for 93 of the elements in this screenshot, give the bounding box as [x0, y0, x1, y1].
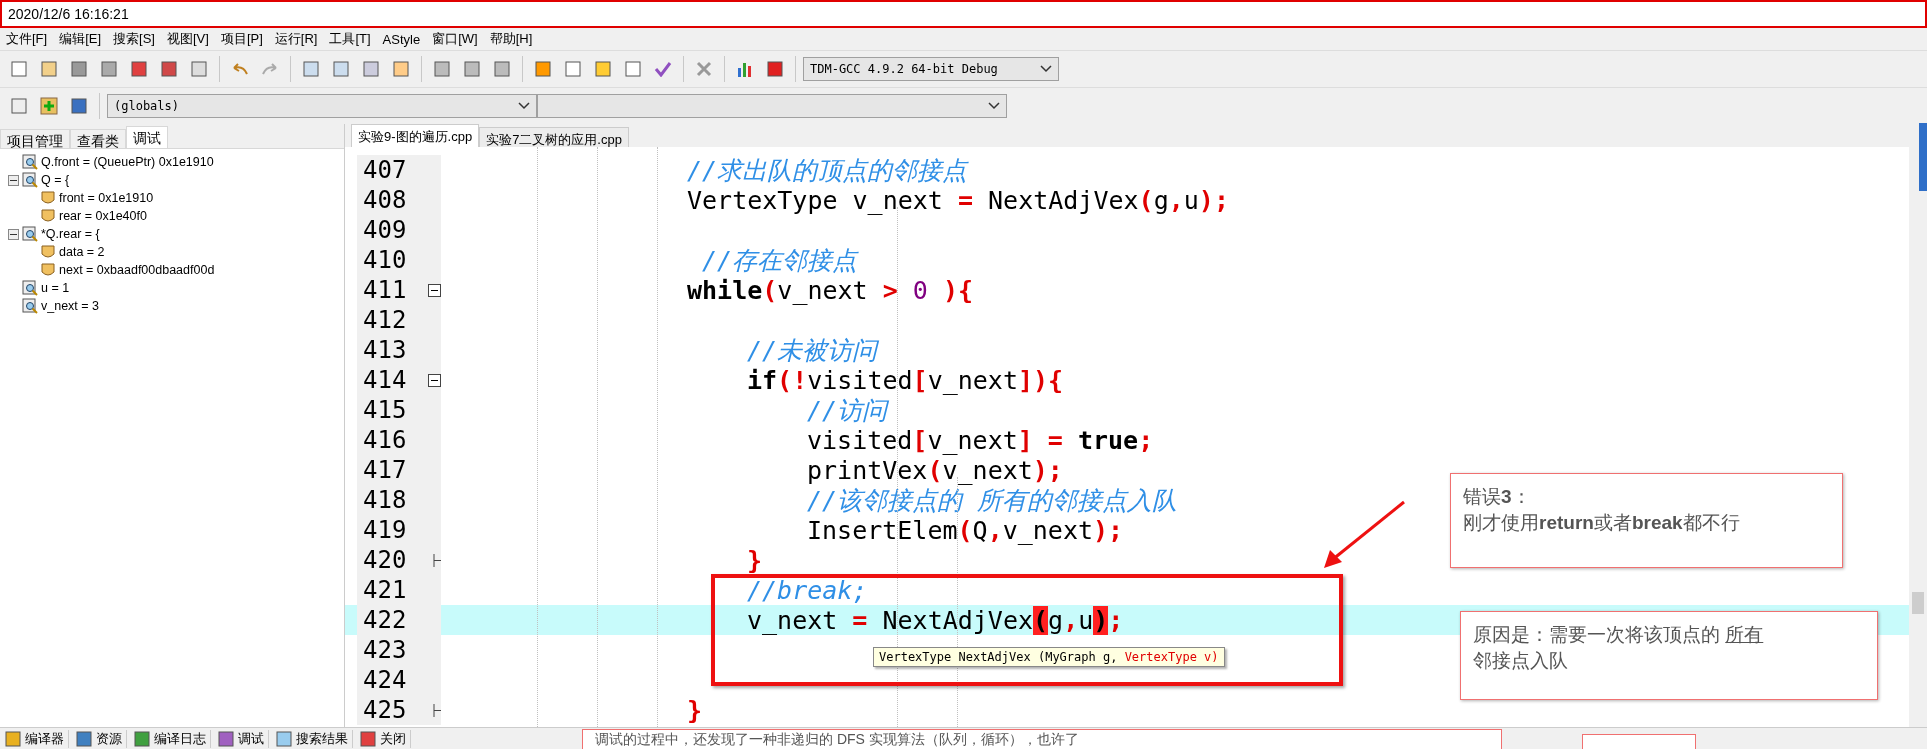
code-line: VertexType v_next = NextAdjVex(g,u); — [687, 185, 1229, 215]
shield-icon — [40, 208, 56, 224]
magnifier-icon — [22, 226, 38, 242]
code-line: //存在邻接点 — [701, 244, 858, 277]
menu-item[interactable]: 文件[F] — [2, 30, 56, 48]
add-icon — [40, 97, 58, 115]
line-number: 412 — [362, 306, 407, 334]
watch-entry[interactable]: next = 0xbaadf00dbaadf00d — [59, 263, 215, 277]
line-number: 407 — [362, 156, 407, 184]
dropdown-caret-icon — [518, 102, 530, 110]
bottom-tab[interactable]: 资源 — [96, 729, 122, 748]
watch-entry[interactable]: Q.front = (QueuePtr) 0x1e1910 — [41, 155, 214, 169]
code-line: while(v_next > 0 ){ — [687, 275, 973, 305]
watch-entry[interactable]: *Q.rear = { — [41, 227, 100, 241]
menu-item[interactable]: 项目[P] — [216, 30, 271, 48]
compiler-dropdown[interactable]: TDM-GCC 4.9.2 64-bit Debug — [803, 57, 1059, 81]
bottom-tab[interactable]: 关闭 — [380, 729, 406, 748]
timestamp-bar: 2020/12/6 16:16:21 — [0, 0, 1927, 28]
panel-tab[interactable]: 查看类 — [70, 129, 126, 148]
line-number: 410 — [362, 246, 407, 274]
line-number: 413 — [362, 336, 407, 364]
watch-entry[interactable]: rear = 0x1e40f0 — [59, 209, 147, 223]
dropdown-caret-icon — [988, 102, 1000, 110]
bottom-tab[interactable]: 编译日志 — [154, 729, 206, 748]
menu-item[interactable]: 视图[V] — [163, 30, 217, 48]
scrollbar[interactable] — [1909, 147, 1927, 727]
line-number: 415 — [362, 396, 407, 424]
code-line: //访问 — [807, 394, 888, 427]
undo-icon — [231, 62, 249, 76]
magnifier-icon — [22, 154, 38, 170]
bottom-tab[interactable]: 搜索结果 — [296, 729, 348, 748]
bottom-tab[interactable]: 调试 — [238, 729, 264, 748]
shield-icon — [40, 244, 56, 260]
menu-item[interactable]: 工具[T] — [325, 30, 379, 48]
code-line: //break; — [747, 575, 868, 605]
scope-dropdown[interactable]: (globals) — [107, 94, 537, 118]
fold-toggle-icon[interactable] — [428, 283, 441, 297]
watch-entry[interactable]: v_next = 3 — [41, 299, 100, 313]
line-number: 411 — [362, 276, 407, 304]
code-line: //该邻接点的 所有的邻接点入队 — [807, 485, 1178, 517]
line-number: 416 — [362, 426, 407, 454]
watch-entry[interactable]: front = 0x1e1910 — [59, 191, 154, 205]
file-tab[interactable]: 实验9-图的遍历.cpp — [351, 124, 480, 147]
redo-icon — [261, 62, 279, 76]
panel-tab[interactable]: 调试 — [126, 126, 168, 148]
menu-item[interactable]: 帮助[H] — [485, 30, 541, 48]
code-line: } — [747, 545, 763, 575]
line-number: 418 — [362, 486, 407, 514]
line-number: 421 — [362, 576, 407, 604]
menu-item[interactable]: 运行[R] — [270, 30, 326, 48]
shield-icon — [40, 190, 56, 206]
fold-toggle-icon[interactable] — [428, 373, 441, 387]
line-number: 420 — [362, 546, 407, 574]
line-number: 414 — [362, 366, 407, 394]
watch-entry[interactable]: u = 1 — [41, 281, 70, 295]
shield-icon — [40, 262, 56, 278]
line-number: 423 — [362, 636, 407, 664]
code-line: //求出队的顶点的邻接点 — [687, 154, 968, 187]
symbol-dropdown[interactable] — [537, 94, 1007, 118]
accent-strip — [1919, 123, 1927, 191]
dropdown-caret-icon — [1040, 65, 1052, 73]
line-number: 424 — [362, 666, 407, 694]
signature-tooltip: VertexType NextAdjVex (MyGraph g, VertexType v) — [873, 647, 1225, 667]
code-line: InsertElem(Q,v_next); — [807, 515, 1124, 545]
line-number: 419 — [362, 516, 407, 544]
watch-entry[interactable]: data = 2 — [59, 245, 105, 259]
collapse-icon[interactable] — [8, 228, 19, 240]
annotation-note: 原因是：需要一次将该顶点的 所有 邻接点入队 — [1460, 611, 1878, 700]
watch-entry[interactable]: Q = { — [41, 173, 70, 187]
code-line: if(!visited[v_next]){ — [747, 365, 1064, 395]
panel-tab[interactable]: 项目管理 — [0, 129, 70, 148]
code-line: } — [687, 695, 703, 725]
file-tab[interactable]: 实验7二叉树的应用.cpp — [479, 127, 629, 147]
bottom-tab[interactable]: 编译器 — [25, 729, 64, 748]
collapse-icon[interactable] — [8, 174, 19, 186]
line-number: 422 — [362, 606, 407, 634]
magnifier-icon — [22, 298, 38, 314]
magnifier-icon — [22, 172, 38, 188]
menu-item[interactable]: 编辑[E] — [55, 30, 110, 48]
line-number: 425 — [362, 696, 407, 724]
code-line: printVex(v_next); — [807, 455, 1063, 485]
annotation-note: 错误3： 刚才使用return或者break都不行 — [1450, 473, 1843, 568]
line-number: 417 — [362, 456, 407, 484]
magnifier-icon — [22, 280, 38, 296]
code-line: //未被访问 — [747, 334, 878, 367]
menu-item[interactable]: 搜索[S] — [109, 30, 163, 48]
menu-item[interactable]: AStyle — [378, 31, 429, 47]
menu-item[interactable]: 窗口[W] — [428, 30, 486, 48]
code-line: visited[v_next] = true; — [807, 425, 1154, 455]
line-number: 408 — [362, 186, 407, 214]
line-number: 409 — [362, 216, 407, 244]
code-line: v_next = NextAdjVex(g,u); — [747, 605, 1124, 635]
annotation-note: 调试的过程中，还发现了一种非递归的 DFS 实现算法（队列，循环），也许了 — [582, 729, 1502, 749]
